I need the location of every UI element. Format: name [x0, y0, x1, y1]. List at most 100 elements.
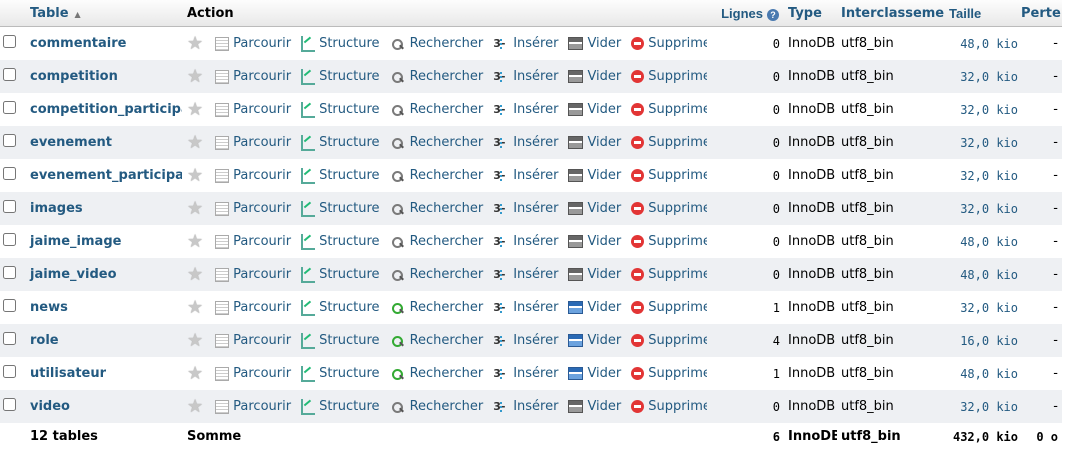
drop-link[interactable]: Supprimer: [631, 300, 707, 315]
empty-link[interactable]: Vider: [568, 366, 621, 381]
header-collation[interactable]: Interclassement: [837, 6, 945, 21]
browse-link[interactable]: Parcourir: [215, 234, 291, 249]
star-icon[interactable]: ★: [187, 66, 203, 87]
empty-link[interactable]: Vider: [568, 69, 621, 84]
star-icon[interactable]: ★: [187, 330, 203, 351]
browse-link[interactable]: Parcourir: [215, 300, 291, 315]
drop-link[interactable]: Supprimer: [631, 135, 707, 150]
help-icon[interactable]: ?: [767, 8, 779, 21]
empty-link[interactable]: Vider: [568, 234, 621, 249]
search-link[interactable]: Rechercher: [390, 300, 483, 315]
insert-link[interactable]: Insérer: [493, 300, 558, 315]
star-icon[interactable]: ★: [187, 396, 203, 417]
sort-by-overhead-link[interactable]: Perte: [1021, 6, 1061, 21]
browse-link[interactable]: Parcourir: [215, 333, 291, 348]
insert-link[interactable]: Insérer: [493, 36, 558, 51]
table-name-link[interactable]: evenement_participant: [25, 168, 182, 183]
row-checkbox[interactable]: [3, 68, 16, 81]
empty-link[interactable]: Vider: [568, 333, 621, 348]
star-icon[interactable]: ★: [187, 33, 203, 54]
search-link[interactable]: Rechercher: [390, 36, 483, 51]
browse-link[interactable]: Parcourir: [215, 168, 291, 183]
browse-link[interactable]: Parcourir: [215, 102, 291, 117]
browse-link[interactable]: Parcourir: [215, 36, 291, 51]
table-name-link[interactable]: jaime_video: [25, 267, 182, 282]
structure-link[interactable]: Structure: [301, 266, 380, 283]
sort-by-type-link[interactable]: Type: [788, 6, 822, 21]
search-link[interactable]: Rechercher: [390, 102, 483, 117]
structure-link[interactable]: Structure: [301, 101, 380, 118]
search-link[interactable]: Rechercher: [390, 201, 483, 216]
star-icon[interactable]: ★: [187, 297, 203, 318]
browse-link[interactable]: Parcourir: [215, 267, 291, 282]
insert-link[interactable]: Insérer: [493, 135, 558, 150]
empty-link[interactable]: Vider: [568, 267, 621, 282]
row-checkbox[interactable]: [3, 35, 16, 48]
row-checkbox[interactable]: [3, 398, 16, 411]
star-icon[interactable]: ★: [187, 231, 203, 252]
search-link[interactable]: Rechercher: [390, 234, 483, 249]
drop-link[interactable]: Supprimer: [631, 201, 707, 216]
browse-link[interactable]: Parcourir: [215, 69, 291, 84]
star-icon[interactable]: ★: [187, 198, 203, 219]
row-checkbox[interactable]: [3, 266, 16, 279]
structure-link[interactable]: Structure: [301, 167, 380, 184]
empty-link[interactable]: Vider: [568, 102, 621, 117]
insert-link[interactable]: Insérer: [493, 333, 558, 348]
header-overhead[interactable]: Perte: [1021, 6, 1062, 21]
star-icon[interactable]: ★: [187, 132, 203, 153]
insert-link[interactable]: Insérer: [493, 201, 558, 216]
sort-by-table-link[interactable]: Table: [30, 6, 69, 21]
search-link[interactable]: Rechercher: [390, 69, 483, 84]
table-name-link[interactable]: commentaire: [25, 36, 182, 51]
drop-link[interactable]: Supprimer: [631, 267, 707, 282]
structure-link[interactable]: Structure: [301, 233, 380, 250]
drop-link[interactable]: Supprimer: [631, 69, 707, 84]
star-icon[interactable]: ★: [187, 363, 203, 384]
structure-link[interactable]: Structure: [301, 398, 380, 415]
insert-link[interactable]: Insérer: [493, 102, 558, 117]
table-name-link[interactable]: competition: [25, 69, 182, 84]
row-checkbox[interactable]: [3, 365, 16, 378]
table-name-link[interactable]: utilisateur: [25, 366, 182, 381]
row-checkbox[interactable]: [3, 167, 16, 180]
browse-link[interactable]: Parcourir: [215, 399, 291, 414]
search-link[interactable]: Rechercher: [390, 366, 483, 381]
table-name-link[interactable]: video: [25, 399, 182, 414]
search-link[interactable]: Rechercher: [390, 135, 483, 150]
table-name-link[interactable]: role: [25, 333, 182, 348]
empty-link[interactable]: Vider: [568, 36, 621, 51]
empty-link[interactable]: Vider: [568, 300, 621, 315]
drop-link[interactable]: Supprimer: [631, 36, 707, 51]
browse-link[interactable]: Parcourir: [215, 366, 291, 381]
star-icon[interactable]: ★: [187, 264, 203, 285]
search-link[interactable]: Rechercher: [390, 333, 483, 348]
sort-by-rows-link[interactable]: Lignes: [721, 6, 763, 21]
header-table[interactable]: Table ▲: [25, 6, 182, 21]
browse-link[interactable]: Parcourir: [215, 201, 291, 216]
structure-link[interactable]: Structure: [301, 332, 380, 349]
drop-link[interactable]: Supprimer: [631, 399, 707, 414]
star-icon[interactable]: ★: [187, 165, 203, 186]
table-name-link[interactable]: jaime_image: [25, 234, 182, 249]
search-link[interactable]: Rechercher: [390, 267, 483, 282]
search-link[interactable]: Rechercher: [390, 168, 483, 183]
row-checkbox[interactable]: [3, 332, 16, 345]
empty-link[interactable]: Vider: [568, 135, 621, 150]
insert-link[interactable]: Insérer: [493, 168, 558, 183]
table-name-link[interactable]: news: [25, 300, 182, 315]
row-checkbox[interactable]: [3, 233, 16, 246]
sort-by-size-link[interactable]: Taille: [949, 6, 981, 21]
structure-link[interactable]: Structure: [301, 365, 380, 382]
structure-link[interactable]: Structure: [301, 200, 380, 217]
drop-link[interactable]: Supprimer: [631, 333, 707, 348]
insert-link[interactable]: Insérer: [493, 399, 558, 414]
empty-link[interactable]: Vider: [568, 168, 621, 183]
header-size[interactable]: Taille: [945, 6, 1021, 21]
drop-link[interactable]: Supprimer: [631, 366, 707, 381]
header-type[interactable]: Type: [783, 6, 837, 21]
drop-link[interactable]: Supprimer: [631, 168, 707, 183]
insert-link[interactable]: Insérer: [493, 267, 558, 282]
structure-link[interactable]: Structure: [301, 68, 380, 85]
table-name-link[interactable]: images: [25, 201, 182, 216]
